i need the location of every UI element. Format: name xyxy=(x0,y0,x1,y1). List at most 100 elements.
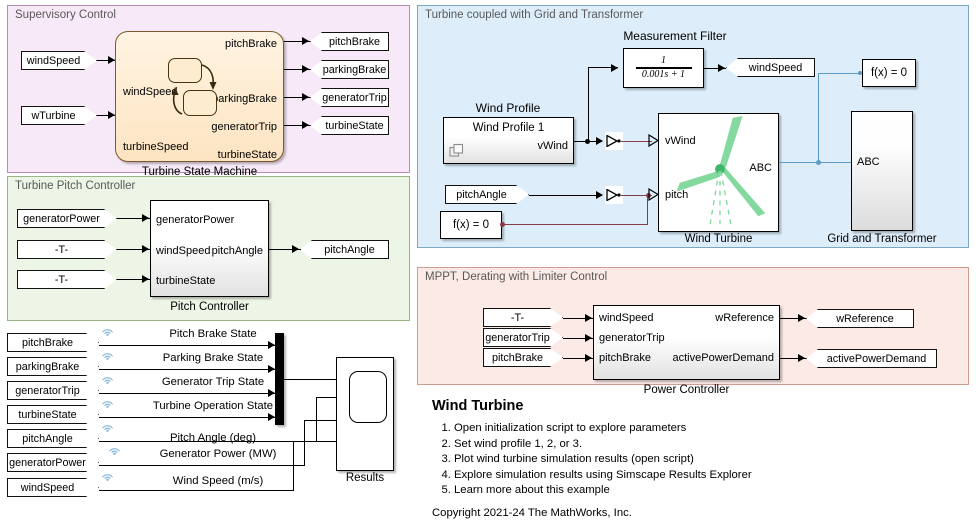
mux-block[interactable] xyxy=(275,333,284,425)
goto-tag-pitchbrake[interactable]: pitchBrake xyxy=(310,32,389,51)
goto-tag-generatortrip[interactable]: generatorTrip xyxy=(310,88,389,107)
goto-tag-generatortrip-label: generatorTrip xyxy=(322,91,387,104)
arrow-mux-in-4 xyxy=(268,412,275,421)
doc-step-2[interactable]: Set wind profile 1, 2, or 3. xyxy=(454,437,962,453)
from-tag-mppt-pitchbrake[interactable]: pitchBrake xyxy=(483,348,563,367)
arrow-goto-parkingbrake xyxy=(302,64,309,73)
from-tag-generatorpower-label: generatorPower xyxy=(23,212,100,225)
from-tag-windspeed-pitch[interactable]: -T- xyxy=(17,240,117,259)
from-tag-log-pitchbrake[interactable]: pitchBrake xyxy=(7,333,99,352)
simulink-ps-converter-icon xyxy=(606,135,621,147)
wire-solver-left-h xyxy=(502,223,648,225)
wire-log-pitchangle-h xyxy=(99,440,317,442)
port-out-pitchbrake: pitchBrake xyxy=(225,38,277,50)
goto-tag-windspeed-measured[interactable]: windSpeed xyxy=(726,58,815,77)
panel-title-turbine-grid: Turbine coupled with Grid and Transforme… xyxy=(425,9,644,21)
doc-step-4[interactable]: Explore simulation results using Simscap… xyxy=(454,468,962,484)
wire-log-turbinestate xyxy=(99,416,275,418)
wire-log-generatortrip xyxy=(99,392,275,394)
panel-title-supervisory: Supervisory Control xyxy=(15,9,116,21)
signal-label-pitch-brake-state: Pitch Brake State xyxy=(169,328,257,340)
from-tag-log-generatorpower[interactable]: generatorPower xyxy=(7,453,99,472)
block-solver-configuration-left[interactable]: f(x) = 0 xyxy=(440,211,502,239)
from-tag-log-parkingbrake-label: parkingBrake xyxy=(15,360,80,373)
broadcast-icon-generatorpower xyxy=(109,448,120,455)
annotation-wind-turbine-doc: Wind Turbine Open initialization script … xyxy=(432,398,962,519)
goto-tag-turbinestate[interactable]: turbineState xyxy=(310,116,389,135)
goto-tag-pitchbrake-label: pitchBrake xyxy=(328,35,380,48)
from-tag-mppt-pitchbrake-label: pitchBrake xyxy=(491,351,543,364)
arrow-pitch-in-turbinestate xyxy=(142,274,149,283)
doc-step-1[interactable]: Open initialization script to explore pa… xyxy=(454,421,962,437)
block-scope-results[interactable] xyxy=(336,357,394,471)
simulink-canvas: Supervisory Control windSpeed wTurbine w… xyxy=(0,0,976,525)
block-wind-profile-1[interactable]: Wind Profile 1 vWind xyxy=(443,117,574,164)
arrow-goto-windspeed-meas xyxy=(718,63,725,72)
block-label-pitch-controller: Pitch Controller xyxy=(170,301,249,313)
from-tag-windspeed[interactable]: windSpeed xyxy=(21,51,97,70)
port-out-turbinestate: turbineState xyxy=(217,149,277,161)
arrow-mux-in-1 xyxy=(268,340,275,349)
arrow-pitch-in-windspeed xyxy=(142,244,149,253)
port-power-in-generatortrip: generatorTrip xyxy=(599,332,665,344)
from-tag-mppt-generatortrip[interactable]: generatorTrip xyxy=(483,328,563,347)
block-measurement-filter[interactable]: 1 0.001s + 1 xyxy=(623,48,704,88)
broadcast-icon-turbinestate xyxy=(102,401,113,408)
from-tag-log-turbinestate[interactable]: turbineState xyxy=(7,405,99,424)
goto-tag-pitchangle[interactable]: pitchAngle xyxy=(300,240,389,259)
from-tag-log-pitchbrake-label: pitchBrake xyxy=(21,336,73,349)
goto-tag-parkingbrake[interactable]: parkingBrake xyxy=(310,60,389,79)
tf-denominator: 0.001s + 1 xyxy=(641,68,686,80)
from-tag-wturbine[interactable]: wTurbine xyxy=(21,106,97,125)
port-in-turbinespeed: turbineSpeed xyxy=(123,141,189,153)
doc-step-3[interactable]: Plot wind turbine simulation results (op… xyxy=(454,452,962,468)
wire-log-pitchbrake xyxy=(99,344,275,346)
from-tag-mppt-windspeed[interactable]: -T- xyxy=(483,308,563,327)
wire-log-generatorpower-v xyxy=(304,419,306,466)
from-tag-log-generatorpower-label: generatorPower xyxy=(9,456,86,469)
signal-label-pitch-angle: Pitch Angle (deg) xyxy=(169,432,257,444)
doc-step-5[interactable]: Learn more about this example xyxy=(454,483,962,499)
from-tag-windspeed-label: windSpeed xyxy=(26,54,81,67)
from-tag-log-windspeed[interactable]: windSpeed xyxy=(7,478,99,497)
goto-tag-wreference[interactable]: wReference xyxy=(806,309,914,328)
arrow-goto-wreference xyxy=(798,313,805,322)
port-pitch-in-generatorpower: generatorPower xyxy=(156,214,235,226)
arrow-filter-in xyxy=(611,63,618,72)
block-grid-and-transformer[interactable]: ABC xyxy=(851,111,913,231)
from-tag-log-parkingbrake[interactable]: parkingBrake xyxy=(7,357,99,376)
port-power-out-wreference: wReference xyxy=(715,312,774,324)
port-out-vwind: vWind xyxy=(537,140,568,152)
wire-log-generatorpower-h xyxy=(99,464,305,466)
block-label-grid-and-transformer: Grid and Transformer xyxy=(827,233,937,245)
wire-log-parkingbrake xyxy=(99,368,275,370)
arrow-goto-turbinestate xyxy=(302,120,309,129)
arrow-pitch-in-generatorpower xyxy=(142,213,149,222)
from-tag-log-generatortrip[interactable]: generatorTrip xyxy=(7,381,99,400)
block-label-wind-turbine: Wind Turbine xyxy=(684,233,753,245)
from-tag-pitchangle-turbine[interactable]: pitchAngle xyxy=(445,185,529,204)
arrow-mppt-in-windspeed xyxy=(585,313,592,322)
from-tag-turbinestate-pitch[interactable]: -T- xyxy=(17,270,117,289)
goto-tag-wreference-label: wReference xyxy=(836,312,894,325)
from-tag-turbinestate-pitch-label: -T- xyxy=(54,273,69,286)
block-power-controller[interactable]: windSpeed generatorTrip pitchBrake wRefe… xyxy=(593,305,780,396)
signal-label-generator-trip-state: Generator Trip State xyxy=(161,376,265,388)
block-wind-turbine[interactable]: vWind pitch ABC xyxy=(658,113,779,232)
block-solver-configuration-right[interactable]: f(x) = 0 xyxy=(862,59,916,87)
arrow-goto-activepowerdemand xyxy=(798,353,805,362)
arrow-ps-converter-pitch xyxy=(596,190,603,199)
signal-label-parking-brake-state: Parking Brake State xyxy=(162,352,264,364)
block-label-wind-profile-1: Wind Profile 1 xyxy=(472,122,545,134)
from-tag-log-pitchangle[interactable]: pitchAngle xyxy=(7,429,99,448)
doc-title: Wind Turbine xyxy=(432,398,524,414)
from-tag-wturbine-label: wTurbine xyxy=(31,109,76,122)
block-pitch-controller[interactable]: generatorPower windSpeed turbineState pi… xyxy=(150,200,269,313)
goto-tag-pitchangle-label: pitchAngle xyxy=(324,243,375,256)
goto-tag-parkingbrake-label: parkingBrake xyxy=(322,63,387,76)
variant-subsystem-icon xyxy=(449,143,464,157)
goto-tag-activepowerdemand[interactable]: activePowerDemand xyxy=(806,349,937,368)
from-tag-windspeed-pitch-label: -T- xyxy=(54,243,69,256)
block-turbine-state-machine[interactable]: windSpeed turbineSpeed pitchBrake parkin… xyxy=(115,31,284,178)
from-tag-generatorpower[interactable]: generatorPower xyxy=(17,209,117,228)
